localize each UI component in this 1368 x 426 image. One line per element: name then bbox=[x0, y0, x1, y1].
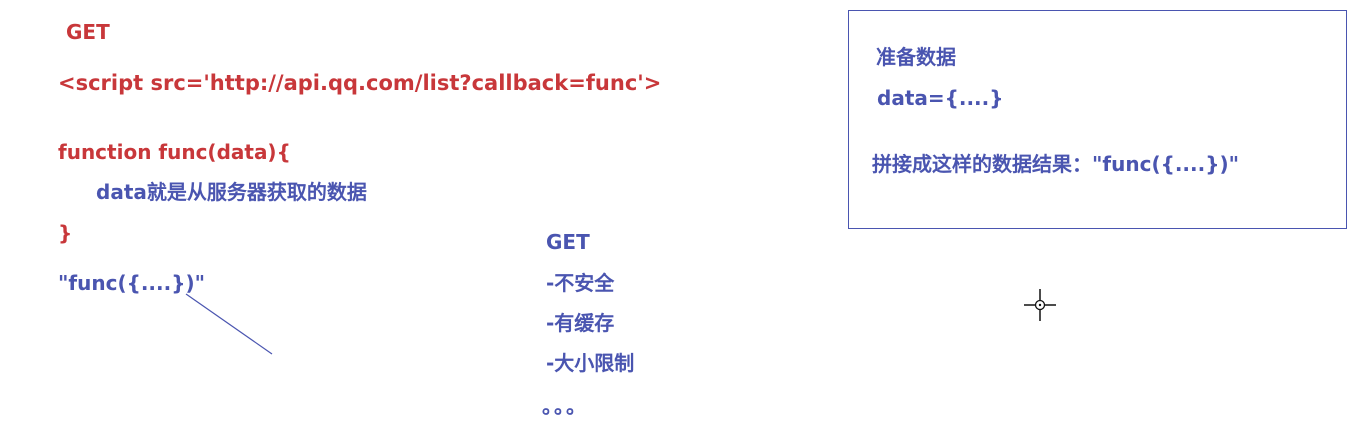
get-notes-title: GET bbox=[546, 230, 590, 254]
get-note-item: -有缓存 bbox=[546, 311, 615, 335]
get-note-item: -不安全 bbox=[546, 271, 615, 295]
function-close-line: } bbox=[58, 221, 73, 245]
function-body-line: data就是从服务器获取的数据 bbox=[96, 180, 367, 204]
server-box-line-data: data={....} bbox=[877, 86, 1004, 110]
server-box-line-prepare: 准备数据 bbox=[876, 45, 956, 69]
crosshair-move-cursor-icon bbox=[1024, 289, 1056, 321]
callback-string: "func({....})" bbox=[58, 271, 206, 295]
get-notes-ellipsis: 。。。 bbox=[542, 394, 588, 418]
get-heading: GET bbox=[66, 20, 110, 44]
get-note-item: -大小限制 bbox=[546, 351, 635, 375]
server-box-line-result: 拼接成这样的数据结果："func({....})" bbox=[872, 152, 1240, 176]
script-tag-line: <script src='http://api.qq.com/list?call… bbox=[58, 71, 662, 95]
server-data-box: 准备数据 data={....} 拼接成这样的数据结果："func({....}… bbox=[848, 10, 1347, 229]
function-open-line: function func(data){ bbox=[58, 140, 291, 164]
